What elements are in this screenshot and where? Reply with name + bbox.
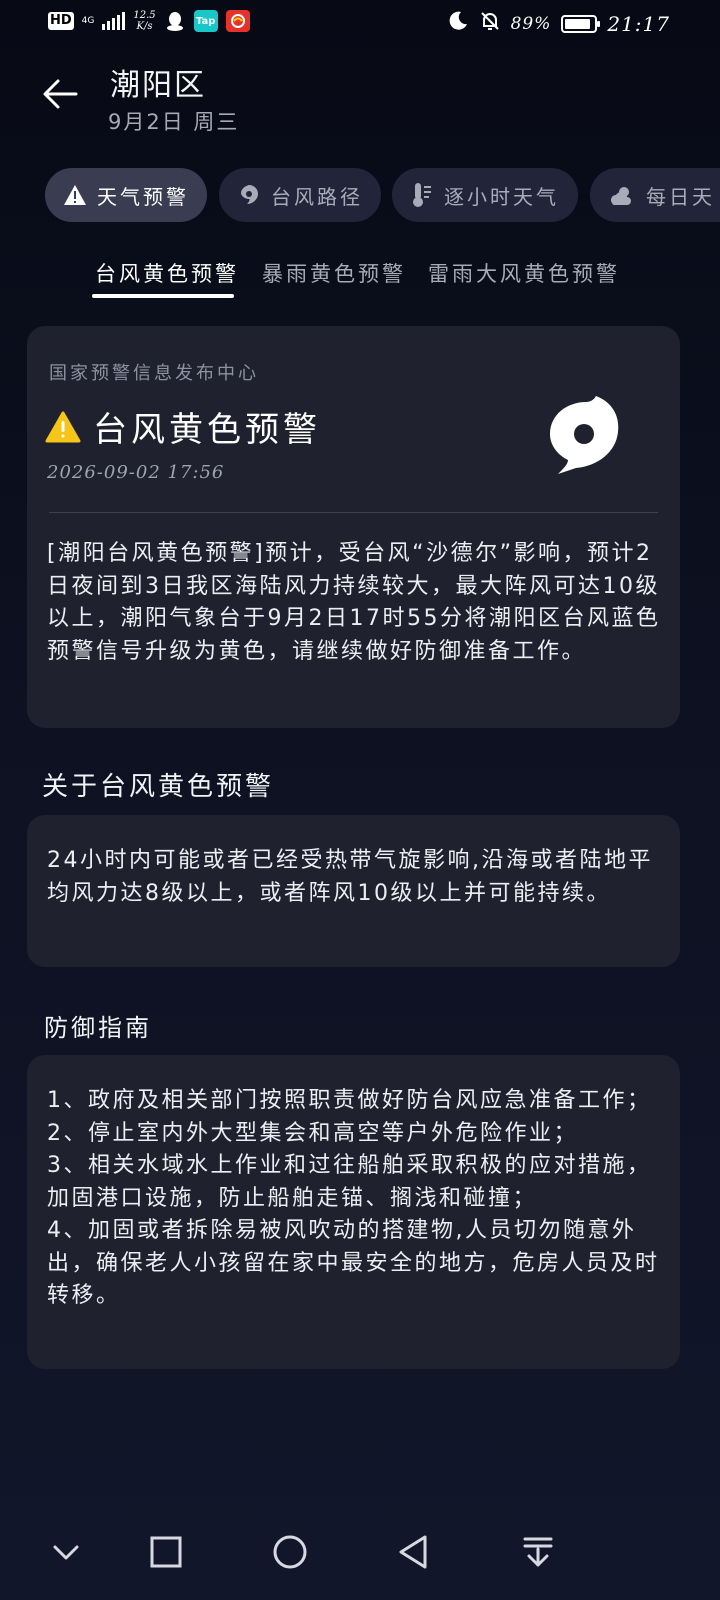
notification-pull-button[interactable] <box>518 1532 558 1572</box>
typhoon-icon <box>550 396 619 474</box>
partly-cloudy-icon <box>611 187 631 205</box>
chevron-down-icon <box>53 1545 79 1560</box>
back-arrow-icon <box>43 79 78 109</box>
chip-label: 台风路径 <box>271 184 363 209</box>
clock: 21:17 <box>607 11 670 36</box>
alert-source: 国家预警信息发布中心 <box>49 363 259 384</box>
bell-off-icon <box>479 10 501 37</box>
page-subtitle: 9月2日 周三 <box>108 110 240 134</box>
taptap-label: Tap <box>195 15 216 27</box>
alert-card: 国家预警信息发布中心 台风黄色预警 2026-09-02 17:56 [潮阳台风… <box>27 326 680 728</box>
status-bar-left: HD 4G 12.5 K/s Tap <box>48 10 250 32</box>
typhoon-icon <box>241 185 258 204</box>
page-title: 潮阳区 <box>110 68 206 103</box>
network-speed: 12.5 K/s <box>133 10 155 32</box>
category-chips: 天气预警 台风路径 逐小时天气 每日天 <box>45 168 720 222</box>
tab-rainstorm-yellow[interactable]: 暴雨黄色预警 <box>262 258 406 288</box>
chip-label: 每日天 <box>646 184 715 209</box>
home-button[interactable] <box>270 1532 310 1572</box>
alert-title-row: 台风黄色预警 <box>45 402 321 451</box>
moon-icon <box>447 10 469 37</box>
about-body: 24小时内可能或者已经受热带气旋影响,沿海或者陆地平均风力达8级以上，或者阵风1… <box>47 848 653 906</box>
active-tab-indicator <box>92 294 234 298</box>
home-circle-icon <box>273 1535 307 1569</box>
taptap-icon: Tap <box>193 10 218 32</box>
recents-square-icon <box>150 1536 182 1568</box>
system-nav-bar <box>0 1520 720 1600</box>
chip-label: 逐小时天气 <box>444 184 559 209</box>
alert-body: [潮阳台风黄色预警]预计，受台风“沙德尔”影响，预计2日夜间到3日我区海陆风力持… <box>47 541 661 664</box>
chip-daily-weather[interactable]: 每日天 <box>590 168 720 222</box>
status-bar-right: 89% 21:17 <box>447 10 670 37</box>
chip-weather-warning[interactable]: 天气预警 <box>45 168 207 222</box>
about-section-title: 关于台风黄色预警 <box>42 772 275 802</box>
network-type: 4G <box>81 16 95 26</box>
back-triangle-icon <box>399 1535 427 1569</box>
recents-button[interactable] <box>146 1532 186 1572</box>
about-card: 24小时内可能或者已经受热带气旋影响,沿海或者陆地平均风力达8级以上，或者阵风1… <box>27 815 680 967</box>
chip-typhoon-path[interactable]: 台风路径 <box>219 168 381 222</box>
notification-pull-icon <box>523 1537 553 1567</box>
tab-thunderstorm-wind-yellow[interactable]: 雷雨大风黄色预警 <box>428 258 620 288</box>
yellow-warning-icon <box>45 411 81 442</box>
back-button[interactable] <box>40 74 80 114</box>
divider <box>49 512 658 513</box>
tab-typhoon-yellow[interactable]: 台风黄色预警 <box>95 258 239 288</box>
alert-time: 2026-09-02 17:56 <box>47 462 225 483</box>
battery-icon <box>561 14 601 33</box>
thermometer-icon <box>413 183 431 207</box>
battery-fill <box>565 18 591 29</box>
guide-body: 1、政府及相关部门按照职责做好防台风应急准备工作； 2、停止室内外大型集会和高空… <box>47 1088 660 1308</box>
signal-icon <box>102 12 126 30</box>
battery-percent: 89% <box>510 13 552 34</box>
warning-icon <box>64 185 86 205</box>
status-bar: HD 4G 12.5 K/s Tap 89% 21:17 <box>0 0 720 48</box>
network-speed-value: 12.5 <box>133 10 156 21</box>
network-speed-unit: K/s <box>136 21 153 32</box>
guide-card: 1、政府及相关部门按照职责做好防台风应急准备工作； 2、停止室内外大型集会和高空… <box>27 1055 680 1369</box>
back-nav-button[interactable] <box>394 1532 434 1572</box>
chip-hourly-weather[interactable]: 逐小时天气 <box>392 168 578 222</box>
hd-badge: HD <box>48 12 74 30</box>
chip-label: 天气预警 <box>97 184 189 209</box>
chevron-down-button[interactable] <box>46 1532 86 1572</box>
alert-title: 台风黄色预警 <box>93 410 321 450</box>
guide-section-title: 防御指南 <box>44 1014 152 1042</box>
qq-icon <box>164 10 186 32</box>
china-mobile-icon <box>225 10 250 32</box>
